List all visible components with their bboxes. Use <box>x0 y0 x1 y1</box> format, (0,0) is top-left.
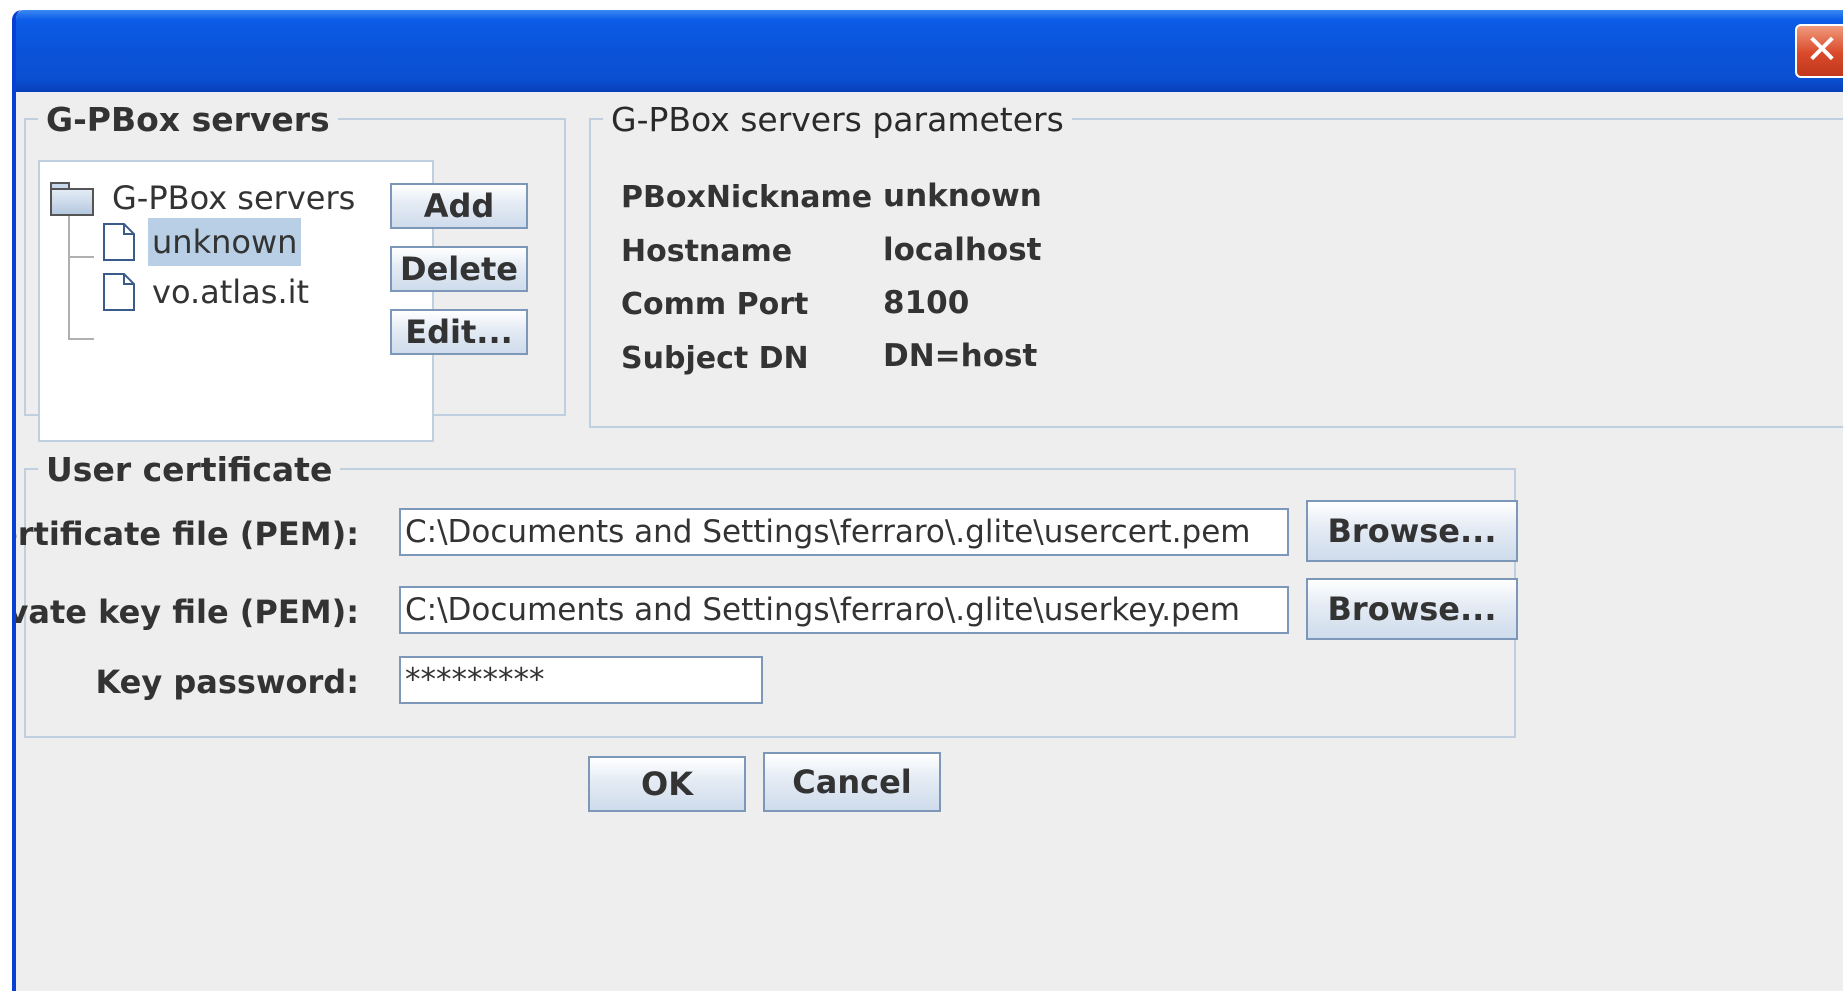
cancel-button[interactable]: Cancel <box>763 752 941 812</box>
document-icon <box>103 273 135 311</box>
tree-root[interactable]: G-PBox servers <box>50 174 359 222</box>
param-label-hostname: Hostname <box>621 234 793 269</box>
tree-item-unknown[interactable]: unknown <box>102 218 302 266</box>
private-key-browse-button[interactable]: Browse... <box>1306 578 1518 640</box>
servers-tree[interactable]: G-PBox servers unknown vo.atlas.it <box>38 160 434 442</box>
certificate-panel: User certificate Certificate file (PEM):… <box>16 450 1518 738</box>
param-value-hostname: localhost <box>883 232 1042 268</box>
private-key-file-label: Private key file (PEM): <box>12 593 359 631</box>
params-panel-legend: G-PBox servers parameters <box>603 100 1072 140</box>
certificate-browse-button[interactable]: Browse... <box>1306 500 1518 562</box>
delete-button[interactable]: Delete <box>390 246 528 292</box>
tree-connector <box>68 256 94 258</box>
tree-connector <box>68 210 70 338</box>
tree-item-vo-atlas[interactable]: vo.atlas.it <box>102 268 313 316</box>
key-password-input[interactable] <box>399 656 763 704</box>
param-label-nickname: PBoxNickname <box>621 180 873 215</box>
param-label-comm-port: Comm Port <box>621 287 809 322</box>
edit-button[interactable]: Edit... <box>390 309 528 355</box>
servers-panel-legend: G-PBox servers <box>38 100 338 140</box>
close-icon[interactable]: ✕ <box>1795 24 1843 78</box>
param-value-comm-port: 8100 <box>883 285 970 321</box>
certificate-file-input[interactable] <box>399 508 1289 556</box>
title-bar[interactable]: ✕ <box>16 10 1843 92</box>
certificate-file-label: Certificate file (PEM): <box>16 515 359 553</box>
certificate-panel-legend: User certificate <box>38 450 341 490</box>
tree-item-label: unknown <box>148 218 302 266</box>
ok-button[interactable]: OK <box>588 756 746 812</box>
tree-root-label: G-PBox servers <box>112 179 356 217</box>
add-button[interactable]: Add <box>390 183 528 229</box>
param-label-subject-dn: Subject DN <box>621 341 809 376</box>
folder-icon <box>50 182 94 216</box>
param-value-nickname: unknown <box>883 178 1042 214</box>
param-value-subject-dn: DN=host <box>883 338 1038 374</box>
private-key-file-input[interactable] <box>399 586 1289 634</box>
tree-connector <box>68 338 94 340</box>
servers-panel: G-PBox servers G-PBox servers unknown vo… <box>24 100 566 442</box>
dialog-window: ✕ G-PBox servers G-PBox servers unknown <box>12 10 1843 991</box>
tree-item-label: vo.atlas.it <box>152 273 310 311</box>
document-icon <box>103 223 135 261</box>
key-password-label: Key password: <box>95 663 359 701</box>
params-panel: G-PBox servers parameters PBoxNickname u… <box>589 100 1843 428</box>
